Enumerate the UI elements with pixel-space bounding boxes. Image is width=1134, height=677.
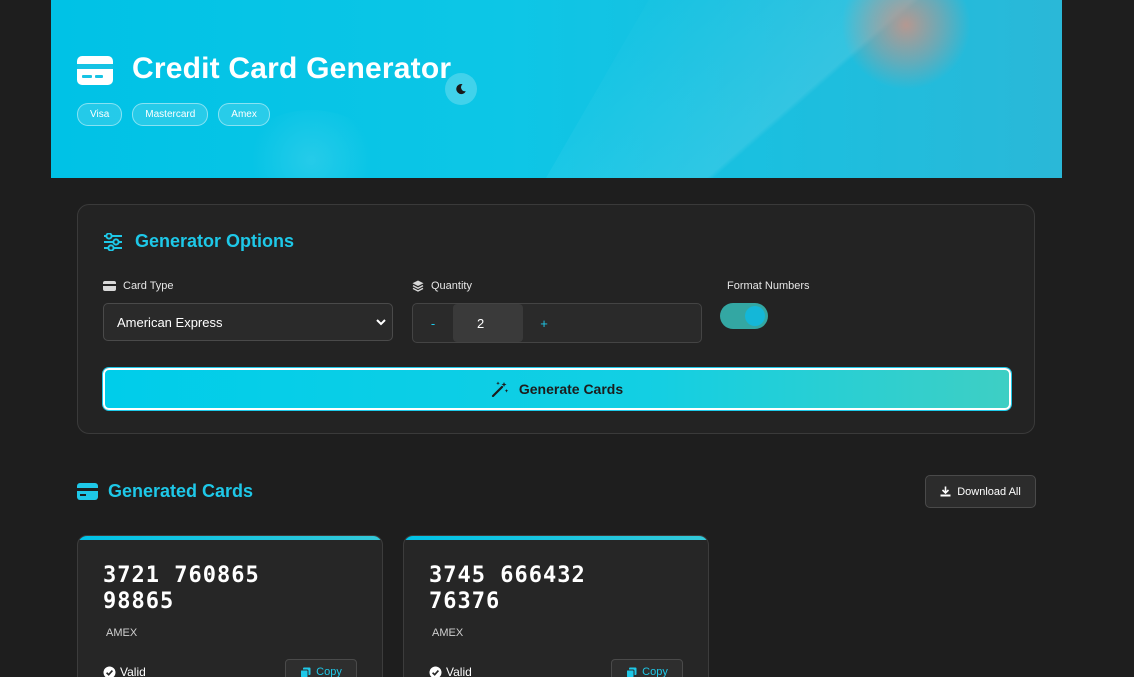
validity-label: Valid bbox=[120, 665, 146, 677]
header-banner: Credit Card Generator Visa Mastercard Am… bbox=[51, 0, 1062, 178]
generator-options-panel: Generator Options Card Type American Exp… bbox=[77, 204, 1035, 434]
validity-status: Valid bbox=[103, 665, 146, 677]
generated-card: 3745 666432 76376 AMEX Valid Copy bbox=[403, 535, 709, 677]
magic-wand-icon bbox=[491, 381, 509, 397]
card-type-select[interactable]: American Express bbox=[103, 303, 393, 341]
copy-button[interactable]: Copy bbox=[611, 659, 683, 677]
chevron-down-icon bbox=[376, 319, 386, 326]
generated-cards-heading: Generated Cards bbox=[77, 481, 253, 502]
page: Credit Card Generator Visa Mastercard Am… bbox=[0, 0, 1134, 677]
credit-card-icon bbox=[103, 281, 116, 291]
copy-icon bbox=[626, 667, 637, 677]
check-circle-icon bbox=[429, 666, 442, 677]
card-brand: AMEX bbox=[106, 627, 138, 639]
tag-mastercard: Mastercard bbox=[132, 103, 209, 126]
copy-button[interactable]: Copy bbox=[285, 659, 357, 677]
generate-cards-label: Generate Cards bbox=[518, 381, 624, 397]
page-title: Credit Card Generator bbox=[132, 52, 452, 85]
quantity-decrement-button[interactable]: - bbox=[413, 304, 453, 342]
check-circle-icon bbox=[103, 666, 116, 677]
generate-cards-button[interactable]: Generate Cards bbox=[103, 368, 1011, 410]
card-type-label-text: Card Type bbox=[123, 280, 174, 292]
card-type-selected-value: American Express bbox=[117, 314, 223, 330]
sliders-icon bbox=[104, 232, 122, 251]
download-all-label: Download All bbox=[957, 485, 1021, 498]
generated-cards-title: Generated Cards bbox=[108, 481, 254, 501]
banner-decoration bbox=[498, 0, 1062, 178]
quantity-label: Quantity bbox=[412, 280, 472, 292]
card-brand-tags: Visa Mastercard Amex bbox=[77, 103, 270, 126]
credit-card-icon bbox=[77, 483, 98, 500]
copy-icon bbox=[300, 667, 311, 677]
quantity-increment-button[interactable]: + bbox=[524, 304, 564, 342]
tag-amex: Amex bbox=[218, 103, 270, 126]
format-numbers-label: Format Numbers bbox=[727, 280, 810, 292]
download-all-button[interactable]: Download All bbox=[925, 475, 1036, 508]
card-brand: AMEX bbox=[432, 627, 464, 639]
moon-icon bbox=[456, 84, 466, 95]
generated-card: 3721 760865 98865 AMEX Valid Copy bbox=[77, 535, 383, 677]
tag-visa: Visa bbox=[77, 103, 123, 126]
theme-toggle-button[interactable] bbox=[445, 73, 477, 105]
validity-status: Valid bbox=[429, 665, 472, 677]
quantity-stepper: - 2 + bbox=[412, 303, 702, 343]
card-number: 3721 760865 98865 bbox=[103, 563, 260, 614]
card-number: 3745 666432 76376 bbox=[429, 563, 586, 614]
generator-options-heading: Generator Options bbox=[103, 231, 294, 252]
quantity-input[interactable]: 2 bbox=[453, 304, 523, 342]
layers-icon bbox=[412, 280, 424, 292]
download-icon bbox=[940, 486, 951, 497]
copy-label: Copy bbox=[642, 666, 668, 677]
copy-label: Copy bbox=[316, 666, 342, 677]
format-numbers-label-text: Format Numbers bbox=[727, 280, 810, 292]
format-numbers-toggle[interactable] bbox=[720, 303, 768, 329]
card-type-label: Card Type bbox=[103, 280, 174, 292]
credit-card-icon bbox=[77, 56, 113, 85]
toggle-knob bbox=[745, 306, 765, 326]
generator-options-title: Generator Options bbox=[135, 231, 295, 251]
quantity-label-text: Quantity bbox=[431, 280, 472, 292]
validity-label: Valid bbox=[446, 665, 472, 677]
